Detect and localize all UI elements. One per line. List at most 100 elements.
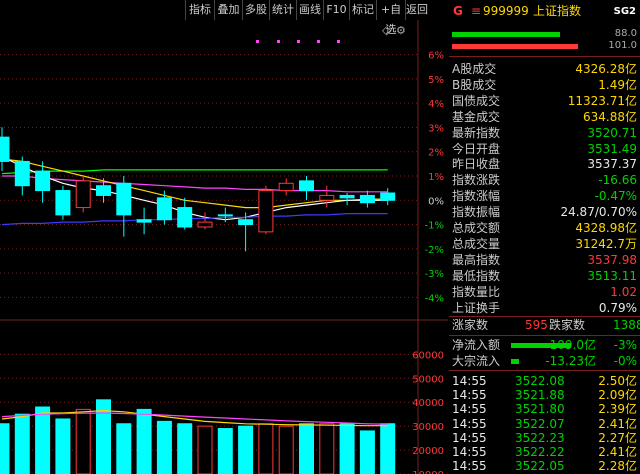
tick-time: 14:55 xyxy=(452,374,487,388)
flow-label: 净流入额 xyxy=(452,338,501,352)
flow-row: 净流入额 -109.0亿 -3% xyxy=(449,338,640,353)
tick-row: 14:55 3522.23 2.27亿 xyxy=(449,431,640,446)
volume-bar xyxy=(116,423,132,474)
tick-volume: 2.09亿 xyxy=(598,388,637,403)
stat-row: 昨日收盘 3537.37 xyxy=(449,157,640,172)
candle-body xyxy=(380,192,396,201)
toolbar-button-7[interactable]: +自选 xyxy=(376,0,405,36)
stock-name: 上证指数 xyxy=(533,4,582,18)
stat-value: 3537.98 xyxy=(587,252,637,267)
price-tick-label: -3% xyxy=(425,269,444,280)
g-icon[interactable]: G xyxy=(453,0,463,22)
sg-badge[interactable]: SG2 xyxy=(614,1,636,23)
candlestick-series xyxy=(0,127,396,252)
stat-label: 最低指数 xyxy=(452,268,501,283)
price-axis: 6% 5% 4% 3% 2% 1% 0% -1% -2% -3% -4% xyxy=(425,51,444,305)
stat-row: 最新指数 3520.71 xyxy=(449,126,640,141)
tick-row: 14:55 3522.08 2.50亿 xyxy=(449,374,640,389)
stat-value: 634.88亿 xyxy=(583,109,637,124)
volume-bar xyxy=(197,425,213,474)
stat-value: -0.47% xyxy=(594,189,637,204)
flow-label: 大宗流入 xyxy=(452,354,501,368)
stat-value: 3537.37 xyxy=(587,157,637,172)
price-tick-label: 0% xyxy=(428,196,444,207)
toolbar-button-3[interactable]: 统计 xyxy=(269,0,296,20)
signal-marker xyxy=(256,40,259,43)
toolbar-button-8[interactable]: 返回 xyxy=(405,0,428,20)
volume-bar xyxy=(14,413,30,474)
toolbar-button-6[interactable]: 标记 xyxy=(349,0,376,20)
candle-body xyxy=(156,197,172,221)
candle xyxy=(55,185,71,220)
volume-bar xyxy=(238,425,254,474)
toolbar-button-1[interactable]: 叠加 xyxy=(214,0,242,20)
candle xyxy=(299,176,314,201)
flow-row: 大宗流入 -13.23亿 -0% xyxy=(449,354,640,369)
candle-body xyxy=(197,221,213,228)
tick-time: 14:55 xyxy=(452,459,487,474)
tick-time: 14:55 xyxy=(452,430,487,445)
price-tick-label: -4% xyxy=(425,293,444,304)
volume-bar xyxy=(177,423,193,474)
stat-value: 11323.71亿 xyxy=(567,93,637,108)
settings-icon[interactable]: ⚙ xyxy=(396,24,406,37)
stat-label: A股成交 xyxy=(452,62,497,76)
candle-body xyxy=(35,170,51,192)
candle xyxy=(359,190,375,208)
stat-row: 今日开盘 3531.49 xyxy=(449,142,640,157)
candle-body xyxy=(55,190,71,216)
flow-bar xyxy=(511,359,519,364)
rise-label: 涨家数 xyxy=(452,318,489,332)
toolbar-button-5[interactable]: F10 xyxy=(323,0,349,20)
stat-row: 总成交量 31242.7万 xyxy=(449,237,640,252)
divider xyxy=(449,335,640,336)
stat-value: 24.87/0.70% xyxy=(560,205,637,220)
tick-time: 14:55 xyxy=(452,388,487,403)
price-tick-label: -2% xyxy=(425,245,444,256)
signal-marker xyxy=(337,40,340,43)
menu-icon[interactable]: ≡ xyxy=(471,0,481,22)
toolbar-button-4[interactable]: 画线 xyxy=(296,0,323,20)
volume-tick-label: 50000 xyxy=(412,374,444,385)
candle xyxy=(156,190,172,225)
candle xyxy=(0,127,10,172)
price-tick-label: 2% xyxy=(428,148,444,159)
stat-value: 3520.71 xyxy=(587,125,637,140)
price-tick-label: 6% xyxy=(428,51,444,62)
stat-value: 1.49亿 xyxy=(598,77,637,92)
tick-price: 3521.80 xyxy=(515,402,565,417)
price-tick-label: 5% xyxy=(428,75,444,86)
tick-time: 14:55 xyxy=(452,445,487,459)
toolbar-button-2[interactable]: 多股 xyxy=(242,0,269,20)
toolbar-button-0[interactable]: 指标 xyxy=(185,0,214,20)
gauge-bar-green xyxy=(452,32,560,37)
stat-label: B股成交 xyxy=(452,77,497,92)
stat-label: 指数振幅 xyxy=(452,205,501,220)
stat-value: 3531.49 xyxy=(587,141,637,156)
tick-row: 14:55 3522.22 2.41亿 xyxy=(449,445,640,460)
candle xyxy=(319,185,335,208)
stat-label: 昨日收盘 xyxy=(452,157,501,172)
candle-body xyxy=(75,180,91,209)
gauge-value-1: 88.0 xyxy=(614,28,637,39)
stat-value: 0.79% xyxy=(598,300,637,315)
stat-label: 指数涨幅 xyxy=(452,189,501,204)
stat-row: 国债成交 11323.71亿 xyxy=(449,94,640,109)
candle xyxy=(278,178,294,196)
stat-label: 基金成交 xyxy=(452,109,501,124)
candle xyxy=(197,212,213,230)
tick-price: 3522.08 xyxy=(515,374,565,388)
tick-row: 14:55 3521.88 2.09亿 xyxy=(449,388,640,403)
candle-body xyxy=(136,219,152,223)
stat-value: 1.02 xyxy=(610,284,637,299)
volume-tick-label: 30000 xyxy=(412,422,444,433)
tick-price: 3522.22 xyxy=(515,445,565,459)
ma20-line xyxy=(2,175,388,193)
candle-body xyxy=(14,160,30,187)
stat-row: 指数量比 1.02 xyxy=(449,285,640,300)
candle xyxy=(75,176,91,213)
kline-chart[interactable]: 6% 5% 4% 3% 2% 1% 0% -1% -2% -3% -4% 60000 50000 400… xyxy=(0,0,448,474)
candle-body xyxy=(96,185,111,196)
volume-tick-label: 10000 xyxy=(412,470,444,474)
stat-row: 基金成交 634.88亿 xyxy=(449,110,640,125)
